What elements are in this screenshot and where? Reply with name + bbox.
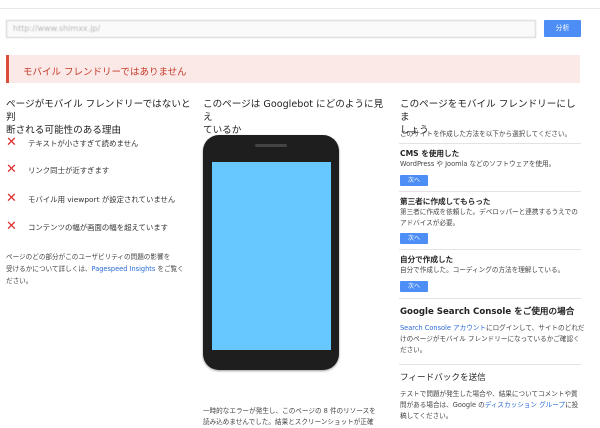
googlebot-view-title: このページは Googlebot にどのように見え ているか	[203, 99, 384, 136]
option-self-made-next-button[interactable]: 次へ	[400, 281, 428, 292]
resource-error-text: 一時的なエラーが発生し、このページの 8 件のリソースを 読み込めませんでした。…	[203, 407, 376, 426]
search-console-title: Google Search Console をご使用の場合	[400, 307, 575, 317]
option-cms-desc: WordPress や Joomla などのソフトウェアを使用。	[400, 160, 556, 168]
error-x-icon: ✕	[6, 191, 17, 206]
pagespeed-note: ページのどの部分がこのユーザビリティの問題の影響を 受けるかについて詳しくは、P…	[6, 253, 184, 285]
reasons-title: ページがモバイル フレンドリーではないと判 断される可能性のある理由	[6, 99, 191, 136]
top-divider	[0, 8, 600, 9]
analyze-button[interactable]: 分析	[544, 20, 581, 37]
search-console-text: Search Console アカウントにログインして、サイトのどれだ けのペー…	[400, 324, 585, 354]
search-console-account-link[interactable]: Search Console アカウント	[400, 324, 486, 332]
pagespeed-insights-link[interactable]: Pagespeed Insights	[92, 265, 156, 273]
option-third-party-title: 第三者に作成してもらった	[400, 197, 491, 206]
feedback-text: テストで問題が発生した場合や、結果についてコメントや質 問がある場合は、Goog…	[400, 390, 579, 420]
page-screenshot	[212, 162, 331, 350]
option-third-party-next-button[interactable]: 次へ	[400, 233, 428, 244]
error-x-icon: ✕	[6, 135, 17, 150]
option-self-made-title: 自分で作成した	[400, 255, 454, 264]
option-third-party-desc: 第三者に作成を依頼した。デベロッパーと連携するうえでの アドバイスが必要。	[400, 208, 578, 227]
divider	[399, 364, 581, 365]
feedback-title: フィードバックを送信	[400, 373, 486, 383]
divider	[399, 143, 581, 144]
divider	[399, 298, 581, 299]
status-banner-text: モバイル フレンドリーではありません	[23, 67, 187, 78]
error-x-icon: ✕	[6, 219, 17, 234]
option-self-made-desc: 自分で作成した。コーディングの方法を理解している。	[400, 266, 565, 274]
phone-speaker	[255, 144, 287, 147]
status-banner: モバイル フレンドリーではありません	[6, 55, 580, 83]
phone-frame	[203, 135, 339, 370]
error-x-icon: ✕	[6, 162, 17, 177]
url-input[interactable]: http://www.shimxx.jp/	[6, 20, 536, 38]
choose-method-text: このサイトを作成した方法を以下から選択してください。	[400, 130, 572, 138]
option-cms-title: CMS を使用した	[400, 149, 460, 158]
divider	[399, 249, 581, 250]
discussion-group-link[interactable]: ディスカッション グループ	[485, 401, 565, 409]
option-cms-next-button[interactable]: 次へ	[400, 175, 428, 186]
phone-preview	[203, 135, 339, 370]
divider	[399, 191, 581, 192]
